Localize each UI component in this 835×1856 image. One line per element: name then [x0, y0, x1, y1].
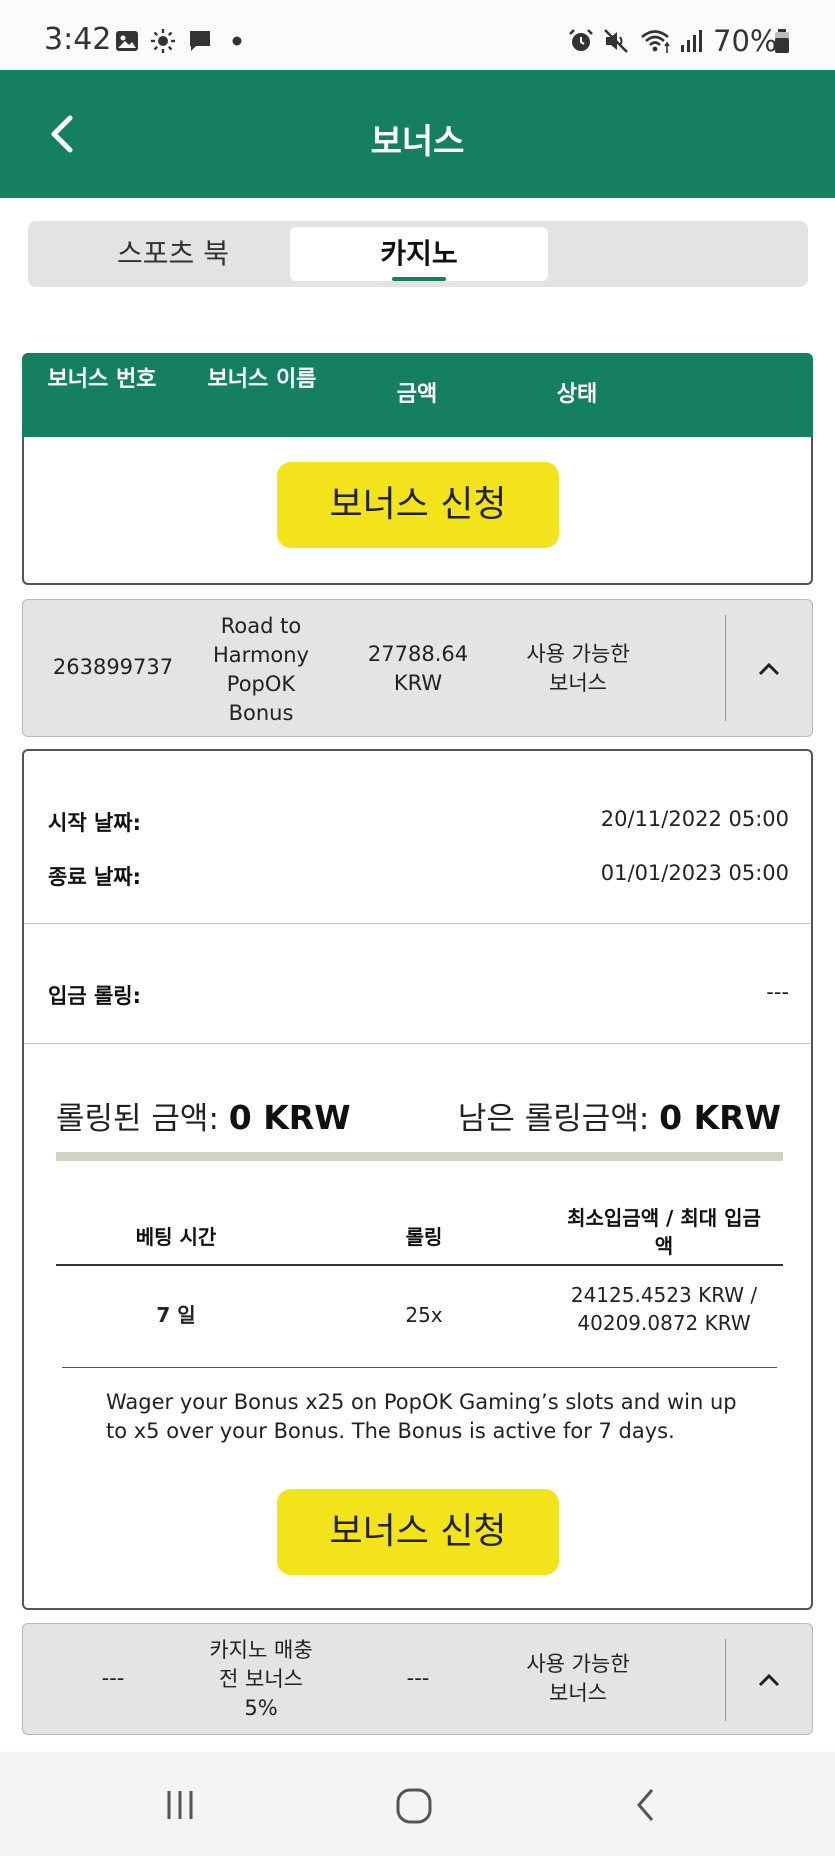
table-row[interactable]: 263899737 Road to Harmony PopOK Bonus 27… [22, 599, 813, 737]
alarm-icon [569, 29, 593, 51]
wifi-icon [641, 30, 670, 53]
tab-bar: 스포츠 북 카지노 [28, 221, 808, 287]
tab-casino[interactable]: 카지노 [290, 227, 548, 281]
apply-bonus-button[interactable]: 보너스 신청 [277, 1489, 559, 1575]
deposit-range-value: 24125.4523 KRW / 40209.0872 KRW [570, 1283, 758, 1335]
tab-label: 스포츠 북 [117, 237, 229, 270]
remaining-amount-value: 0 KRW [659, 1098, 781, 1137]
rolled-amount: 롤링된 금액: 0 KRW [56, 1093, 351, 1138]
recents-icon[interactable] [163, 1788, 197, 1822]
divider [725, 1639, 726, 1721]
column-header-bonus-name: 보너스 이름 [207, 367, 317, 392]
bonus-name: Road to Harmony PopOK Bonus [213, 614, 309, 725]
status-bar: 3:42 70% [0, 0, 835, 70]
deposit-rolling-value: --- [766, 980, 789, 1004]
sub-header-rolling: 롤링 [405, 1225, 443, 1249]
back-icon[interactable] [632, 1786, 662, 1824]
apply-panel: 보너스 신청 [22, 437, 813, 585]
divider [62, 1367, 777, 1368]
tab-label: 카지노 [380, 237, 458, 270]
betting-time-value: 7 일 [156, 1303, 196, 1327]
divider [24, 923, 811, 924]
bonus-amount: --- [406, 1666, 430, 1690]
chevron-up-icon[interactable] [754, 659, 784, 679]
rolling-value: 25x [405, 1303, 443, 1327]
column-header-bonus-number: 보너스 번호 [47, 367, 157, 392]
divider [24, 1043, 811, 1044]
end-date-label: 종료 날짜: [48, 865, 141, 889]
status-time: 3:42 [44, 22, 112, 57]
mute-icon [604, 29, 628, 53]
page-title: 보너스 [370, 122, 465, 162]
sub-header-deposit-range: 최소입금액 / 최대 입금액 [567, 1206, 761, 1258]
bonus-table-header: 보너스 번호 보너스 이름 금액 상태 [22, 353, 813, 437]
app-header: 보너스 [0, 70, 835, 198]
start-date-label: 시작 날짜: [48, 811, 141, 835]
message-icon [190, 31, 210, 51]
brightness-icon [151, 29, 175, 53]
battery-percent: 70% [713, 24, 778, 58]
column-header-amount: 금액 [396, 382, 438, 407]
bonus-status: 사용 가능한 보너스 [526, 642, 630, 695]
rolling-progress-bar [56, 1152, 783, 1161]
bonus-number: --- [101, 1666, 125, 1690]
rolled-amount-value: 0 KRW [228, 1098, 351, 1137]
home-icon[interactable] [395, 1787, 433, 1825]
battery-icon [775, 29, 789, 53]
bonus-description: Wager your Bonus x25 on PopOK Gaming’s s… [106, 1390, 737, 1443]
sub-header-betting-time: 베팅 시간 [135, 1225, 217, 1249]
gallery-icon [116, 31, 138, 51]
signal-icon [681, 30, 702, 52]
rolled-amount-label: 롤링된 금액: [56, 1101, 219, 1137]
divider [725, 615, 726, 721]
apply-bonus-button[interactable]: 보너스 신청 [277, 462, 559, 548]
bonus-amount: 27788.64 KRW [367, 642, 469, 695]
active-tab-indicator [392, 277, 446, 281]
tab-sportsbook[interactable]: 스포츠 북 [38, 227, 308, 281]
bonus-name: 카지노 매충전 보너스 5% [209, 1638, 313, 1720]
divider [56, 1264, 783, 1266]
column-header-status: 상태 [556, 382, 598, 407]
remaining-amount-label: 남은 롤링금액: [457, 1101, 650, 1137]
bonus-number: 263899737 [52, 655, 174, 679]
remaining-amount: 남은 롤링금액: 0 KRW [458, 1093, 781, 1138]
start-date-value: 20/11/2022 05:00 [600, 807, 789, 831]
dot-icon [232, 36, 242, 46]
end-date-value: 01/01/2023 05:00 [600, 861, 789, 885]
bonus-detail-panel: 시작 날짜: 20/11/2022 05:00 종료 날짜: 01/01/202… [22, 749, 813, 1610]
deposit-rolling-label: 입금 롤링: [48, 984, 141, 1008]
bonus-status: 사용 가능한 보너스 [526, 1652, 630, 1705]
table-row[interactable]: --- 카지노 매충전 보너스 5% --- 사용 가능한 보너스 [22, 1623, 813, 1735]
system-nav-bar [0, 1752, 835, 1856]
chevron-up-icon[interactable] [754, 1670, 784, 1690]
